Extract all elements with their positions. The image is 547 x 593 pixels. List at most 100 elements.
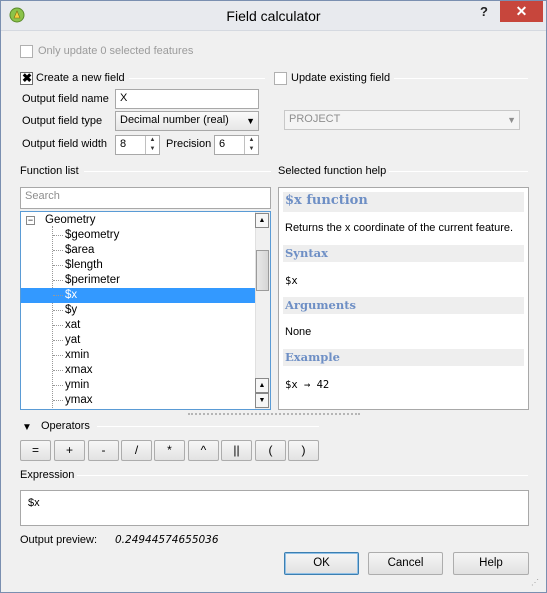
function-list-item-label: $y [65,304,78,316]
function-list-item[interactable]: xat [21,318,255,333]
function-list-item[interactable]: $perimeter [21,273,255,288]
function-list-item[interactable]: ymax [21,393,255,408]
arguments-text: None [285,326,312,338]
scroll-down-icon[interactable]: ▼ [255,393,269,408]
function-list-item-label: xat [65,319,81,331]
operator-button[interactable]: ) [288,440,319,461]
function-list-item[interactable]: $area [21,243,255,258]
collapse-triangle-icon[interactable]: ▼ [22,422,32,433]
tree-connector [53,265,63,266]
tree-group-geometry[interactable]: − Geometry [21,213,257,228]
window-title: Field calculator [226,8,321,24]
function-help-panel: $x function Returns the x coordinate of … [278,187,529,410]
resize-grip-icon[interactable]: ⋰ [531,578,539,587]
function-list-separator [84,171,271,172]
scroll-up-icon[interactable]: ▲ [255,378,269,393]
help-title: $x function [285,193,368,208]
example-heading: Example [285,350,340,364]
help-description: Returns the x coordinate of the current … [285,222,514,234]
output-field-type-value: Decimal number (real) [120,114,229,126]
create-field-separator [129,78,265,79]
expression-separator [77,475,528,476]
collapse-icon[interactable]: − [26,216,35,225]
update-existing-field-label: Update existing field [291,72,391,84]
function-list-item[interactable]: $x [21,288,255,303]
tree-connector [53,400,63,401]
output-field-width-value: 8 [120,138,127,150]
expression-label: Expression [20,469,75,481]
tree-connector [53,310,63,311]
precision-label: Precision [166,138,212,150]
output-field-name-label: Output field name [22,93,109,105]
function-search-input[interactable]: Search [20,187,271,209]
function-list-item[interactable]: xmin [21,348,255,363]
function-list-item[interactable]: xmax [21,363,255,378]
field-calculator-dialog: Field calculator ? ✕ Only update 0 selec… [0,0,547,593]
width-spin-buttons[interactable]: ▲ ▼ [145,136,159,154]
output-preview-value: 0.24944574655036 [115,534,219,546]
function-list-item[interactable]: $y [21,303,255,318]
operator-button[interactable]: = [20,440,51,461]
tree-connector [53,295,63,296]
only-update-selected-checkbox[interactable] [20,45,33,58]
help-icon[interactable]: ? [469,1,499,23]
example-text: $x → 42 [285,379,330,391]
operator-button[interactable]: / [121,440,152,461]
scroll-thumb[interactable] [256,250,269,291]
operator-button[interactable]: ( [255,440,286,461]
existing-field-value: PROJECT [289,113,341,125]
function-list-item[interactable]: $geometry [21,228,255,243]
tree-connector [53,325,63,326]
create-new-field-checkbox[interactable]: ✖ [20,71,33,85]
function-list-item[interactable]: $length [21,258,255,273]
precision-value: 6 [219,138,226,150]
operator-button[interactable]: - [88,440,119,461]
ok-button[interactable]: OK [284,552,359,575]
precision-spin-buttons[interactable]: ▲ ▼ [244,136,258,154]
syntax-text: $x [285,275,298,287]
operator-button[interactable]: * [154,440,185,461]
function-list-item-label: ymin [65,379,90,391]
cancel-button[interactable]: Cancel [368,552,443,575]
output-field-type-label: Output field type [22,115,103,127]
only-update-selected-label: Only update 0 selected features [38,45,194,57]
precision-spinbox[interactable]: 6 ▲ ▼ [214,135,259,155]
tree-connector [53,340,63,341]
operator-button[interactable]: + [54,440,85,461]
tree-connector [53,250,63,251]
output-field-type-select[interactable]: Decimal number (real) ▼ [115,111,259,131]
function-list-item-label: xmin [65,349,90,361]
chevron-down-icon: ▼ [246,116,255,126]
close-icon[interactable]: ✕ [500,1,543,22]
spin-down-icon[interactable]: ▼ [146,145,159,154]
function-help-separator [389,171,528,172]
operator-button[interactable]: || [221,440,252,461]
tree-connector [53,370,63,371]
function-list-item-label: yat [65,334,81,346]
output-field-name-input[interactable]: X [115,89,259,109]
spin-up-icon[interactable]: ▲ [146,136,159,145]
operators-separator [97,426,319,427]
spin-up-icon[interactable]: ▲ [245,136,258,145]
tree-connector [53,235,63,236]
expression-editor[interactable]: $x [20,490,529,526]
function-list-label: Function list [20,165,79,177]
help-button[interactable]: Help [453,552,529,575]
function-list-item[interactable]: yat [21,333,255,348]
update-existing-field-checkbox[interactable] [274,72,287,85]
function-help-label: Selected function help [278,165,387,177]
scroll-up-icon[interactable]: ▲ [255,213,269,228]
function-list-item[interactable]: ymin [21,378,255,393]
function-list-item-label: $perimeter [65,274,120,286]
operator-button[interactable]: ^ [188,440,219,461]
existing-field-select[interactable]: PROJECT ▼ [284,110,520,130]
splitter-handle[interactable] [188,413,360,416]
function-list-item-label: $x [65,289,78,301]
output-field-width-spinbox[interactable]: 8 ▲ ▼ [115,135,160,155]
create-new-field-label: Create a new field [36,72,125,84]
function-list-item-label: ymax [65,394,93,406]
spin-down-icon[interactable]: ▼ [245,145,258,154]
function-tree[interactable]: − Geometry $geometry $area $length $perimet… [20,211,271,410]
function-list-item-label: xmax [65,364,93,376]
function-list-item-label: $length [65,259,103,271]
